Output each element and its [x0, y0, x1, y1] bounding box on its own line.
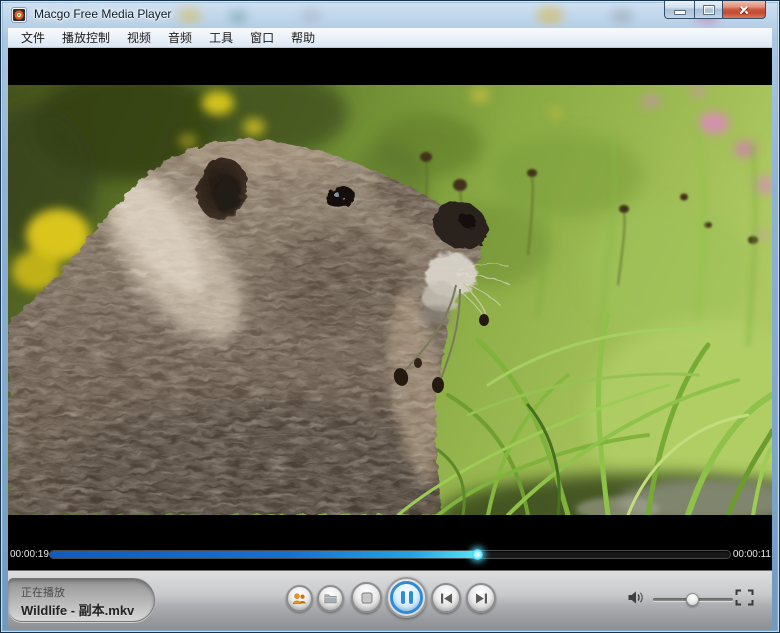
minimize-button[interactable]	[664, 1, 694, 19]
control-bar: 正在播放 Wildlife - 副本.mkv	[8, 570, 772, 629]
stop-button[interactable]	[351, 582, 382, 613]
minimize-icon	[674, 10, 686, 15]
skip-back-icon	[440, 593, 453, 604]
playhead-handle[interactable]	[472, 549, 483, 560]
speaker-icon[interactable]	[628, 590, 645, 605]
pause-icon	[390, 581, 423, 614]
close-icon	[738, 4, 750, 16]
users-icon	[292, 593, 307, 605]
menu-tools[interactable]: 工具	[203, 27, 239, 48]
desktop-blur-decoration	[537, 7, 563, 24]
maximize-button[interactable]	[694, 1, 722, 19]
volume-slider[interactable]	[653, 598, 733, 601]
folder-icon	[324, 593, 337, 604]
volume-knob[interactable]	[686, 593, 699, 606]
next-button[interactable]	[466, 583, 496, 613]
playback-state-label: 正在播放	[21, 584, 65, 600]
stop-icon	[361, 592, 373, 604]
title-bar[interactable]: Macgo Free Media Player	[1, 1, 779, 28]
menu-playback-control[interactable]: 播放控制	[56, 27, 116, 48]
desktop-blur-decoration	[301, 9, 321, 22]
fullscreen-icon	[737, 591, 753, 605]
app-window: Macgo Free Media Player 文件 播放控制 视频 音频 工具…	[0, 0, 780, 633]
menu-help[interactable]: 帮助	[285, 27, 321, 48]
pause-button[interactable]	[386, 577, 427, 618]
skip-forward-icon	[475, 593, 488, 604]
maximize-icon	[703, 5, 715, 15]
menu-window[interactable]: 窗口	[244, 27, 280, 48]
desktop-blur-decoration	[229, 10, 247, 23]
seek-bar[interactable]	[50, 551, 730, 558]
now-playing-box: 正在播放 Wildlife - 副本.mkv	[8, 578, 155, 622]
fullscreen-button[interactable]	[735, 589, 754, 606]
close-button[interactable]	[722, 1, 766, 19]
window-title: Macgo Free Media Player	[34, 7, 171, 21]
elapsed-time: 00:00:19	[10, 549, 49, 560]
previous-button[interactable]	[431, 583, 461, 613]
menu-file[interactable]: 文件	[15, 27, 51, 48]
remaining-time: 00:00:11	[732, 549, 771, 560]
menu-video[interactable]: 视频	[121, 27, 157, 48]
window-controls	[664, 1, 766, 19]
app-icon	[11, 7, 27, 23]
filename-label: Wildlife - 副本.mkv	[21, 600, 134, 619]
window-content: 文件 播放控制 视频 音频 工具 窗口 帮助	[8, 28, 772, 629]
video-area[interactable]: 00:00:19 00:00:11	[8, 48, 772, 570]
open-file-button[interactable]	[317, 585, 344, 612]
menu-bar: 文件 播放控制 视频 音频 工具 窗口 帮助	[8, 28, 772, 48]
menu-audio[interactable]: 音频	[162, 27, 198, 48]
desktop-blur-decoration	[179, 8, 201, 23]
seekbar-fill	[50, 551, 478, 558]
playlist-button[interactable]	[286, 585, 313, 612]
video-frame-marmot-scene[interactable]	[8, 85, 772, 515]
desktop-blur-decoration	[611, 9, 633, 23]
